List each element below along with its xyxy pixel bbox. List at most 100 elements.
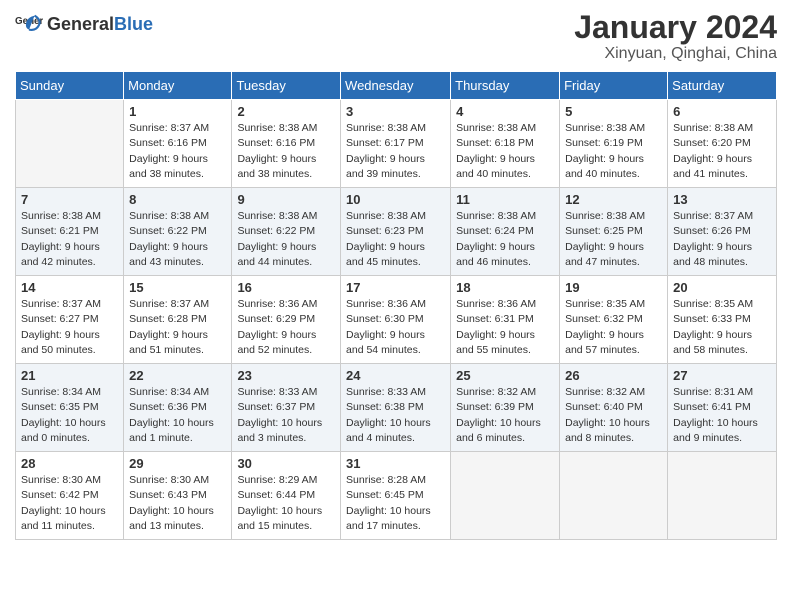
logo-icon: General (15, 10, 43, 38)
calendar-week-row: 14Sunrise: 8:37 AMSunset: 6:27 PMDayligh… (16, 276, 777, 364)
day-number: 3 (346, 104, 445, 119)
day-info: Sunrise: 8:34 AMSunset: 6:36 PMDaylight:… (129, 385, 226, 446)
day-number: 14 (21, 280, 118, 295)
calendar-header-saturday: Saturday (668, 72, 777, 100)
calendar-week-row: 28 Sunrise: 8:30 AMSunset: 6:42 PMDayligh… (16, 452, 777, 540)
calendar-cell (668, 452, 777, 540)
day-number: 19 (565, 280, 662, 295)
subtitle: Xinyuan, Qinghai, China (574, 45, 777, 63)
day-number: 4 (456, 104, 554, 119)
day-info: Sunrise: 8:38 AMSunset: 6:18 PMDaylight:… (456, 121, 554, 182)
day-number: 10 (346, 192, 445, 207)
day-info: Sunrise: 8:38 AMSunset: 6:19 PMDaylight:… (565, 121, 662, 182)
calendar-cell: 15 Sunrise: 8:37 AMSunset: 6:28 PMDayligh… (124, 276, 232, 364)
calendar-cell: 14Sunrise: 8:37 AMSunset: 6:27 PMDayligh… (16, 276, 124, 364)
day-info: Sunrise: 8:29 AMSunset: 6:44 PMDaylight:… (237, 473, 335, 534)
day-number: 31 (346, 456, 445, 471)
day-number: 17 (346, 280, 445, 295)
day-number: 16 (237, 280, 335, 295)
calendar-header-thursday: Thursday (451, 72, 560, 100)
calendar-cell: 2Sunrise: 8:38 AMSunset: 6:16 PMDaylight… (232, 100, 341, 188)
calendar-cell: 17 Sunrise: 8:36 AMSunset: 6:30 PMDayligh… (341, 276, 451, 364)
calendar-cell (16, 100, 124, 188)
calendar-cell: 9 Sunrise: 8:38 AMSunset: 6:22 PMDaylight… (232, 188, 341, 276)
day-info: Sunrise: 8:38 AMSunset: 6:20 PMDaylight:… (673, 121, 771, 182)
main-title: January 2024 (574, 10, 777, 45)
day-number: 18 (456, 280, 554, 295)
day-number: 27 (673, 368, 771, 383)
day-number: 9 (237, 192, 335, 207)
calendar-cell: 4 Sunrise: 8:38 AMSunset: 6:18 PMDaylight… (451, 100, 560, 188)
calendar-cell: 16 Sunrise: 8:36 AMSunset: 6:29 PMDayligh… (232, 276, 341, 364)
day-info: Sunrise: 8:36 AMSunset: 6:31 PMDaylight:… (456, 297, 554, 358)
calendar-cell: 7 Sunrise: 8:38 AMSunset: 6:21 PMDaylight… (16, 188, 124, 276)
calendar-cell: 11 Sunrise: 8:38 AMSunset: 6:24 PMDayligh… (451, 188, 560, 276)
calendar-header-tuesday: Tuesday (232, 72, 341, 100)
day-number: 13 (673, 192, 771, 207)
day-info: Sunrise: 8:30 AMSunset: 6:42 PMDaylight:… (21, 473, 118, 534)
calendar-cell (451, 452, 560, 540)
day-number: 6 (673, 104, 771, 119)
calendar-header-row: SundayMondayTuesdayWednesdayThursdayFrid… (16, 72, 777, 100)
calendar-cell: 27 Sunrise: 8:31 AMSunset: 6:41 PMDayligh… (668, 364, 777, 452)
day-number: 8 (129, 192, 226, 207)
day-info: Sunrise: 8:37 AMSunset: 6:28 PMDaylight:… (129, 297, 226, 358)
day-number: 23 (237, 368, 335, 383)
day-info: Sunrise: 8:28 AMSunset: 6:45 PMDaylight:… (346, 473, 445, 534)
logo-blue-text: Blue (114, 14, 153, 34)
day-info: Sunrise: 8:38 AMSunset: 6:24 PMDaylight:… (456, 209, 554, 270)
day-number: 12 (565, 192, 662, 207)
day-number: 20 (673, 280, 771, 295)
day-number: 21 (21, 368, 118, 383)
day-info: Sunrise: 8:37 AMSunset: 6:26 PMDaylight:… (673, 209, 771, 270)
day-info: Sunrise: 8:38 AMSunset: 6:22 PMDaylight:… (237, 209, 335, 270)
day-info: Sunrise: 8:37 AMSunset: 6:16 PMDaylight:… (129, 121, 226, 182)
day-info: Sunrise: 8:38 AMSunset: 6:23 PMDaylight:… (346, 209, 445, 270)
day-info: Sunrise: 8:38 AMSunset: 6:25 PMDaylight:… (565, 209, 662, 270)
logo: General GeneralBlue (15, 10, 153, 38)
day-info: Sunrise: 8:38 AMSunset: 6:21 PMDaylight:… (21, 209, 118, 270)
day-number: 30 (237, 456, 335, 471)
calendar-cell: 25 Sunrise: 8:32 AMSunset: 6:39 PMDayligh… (451, 364, 560, 452)
day-info: Sunrise: 8:34 AMSunset: 6:35 PMDaylight:… (21, 385, 118, 446)
day-info: Sunrise: 8:38 AMSunset: 6:17 PMDaylight:… (346, 121, 445, 182)
day-info: Sunrise: 8:32 AMSunset: 6:39 PMDaylight:… (456, 385, 554, 446)
calendar-week-row: 7 Sunrise: 8:38 AMSunset: 6:21 PMDaylight… (16, 188, 777, 276)
day-info: Sunrise: 8:36 AMSunset: 6:29 PMDaylight:… (237, 297, 335, 358)
logo-general-text: General (47, 14, 114, 34)
day-info: Sunrise: 8:38 AMSunset: 6:16 PMDaylight:… (237, 121, 335, 182)
day-number: 26 (565, 368, 662, 383)
calendar-cell: 12 Sunrise: 8:38 AMSunset: 6:25 PMDayligh… (560, 188, 668, 276)
day-info: Sunrise: 8:33 AMSunset: 6:38 PMDaylight:… (346, 385, 445, 446)
day-number: 28 (21, 456, 118, 471)
calendar-header-sunday: Sunday (16, 72, 124, 100)
day-number: 7 (21, 192, 118, 207)
day-number: 24 (346, 368, 445, 383)
title-block: January 2024 Xinyuan, Qinghai, China (574, 10, 777, 63)
calendar-cell: 30 Sunrise: 8:29 AMSunset: 6:44 PMDayligh… (232, 452, 341, 540)
calendar-header-wednesday: Wednesday (341, 72, 451, 100)
day-number: 1 (129, 104, 226, 119)
day-info: Sunrise: 8:35 AMSunset: 6:33 PMDaylight:… (673, 297, 771, 358)
day-info: Sunrise: 8:33 AMSunset: 6:37 PMDaylight:… (237, 385, 335, 446)
calendar-cell (560, 452, 668, 540)
calendar-week-row: 1 Sunrise: 8:37 AMSunset: 6:16 PMDaylight… (16, 100, 777, 188)
calendar-cell: 29 Sunrise: 8:30 AMSunset: 6:43 PMDayligh… (124, 452, 232, 540)
day-number: 5 (565, 104, 662, 119)
calendar-cell: 3 Sunrise: 8:38 AMSunset: 6:17 PMDaylight… (341, 100, 451, 188)
day-info: Sunrise: 8:36 AMSunset: 6:30 PMDaylight:… (346, 297, 445, 358)
calendar-cell: 5 Sunrise: 8:38 AMSunset: 6:19 PMDaylight… (560, 100, 668, 188)
day-number: 22 (129, 368, 226, 383)
day-info: Sunrise: 8:35 AMSunset: 6:32 PMDaylight:… (565, 297, 662, 358)
day-number: 15 (129, 280, 226, 295)
day-info: Sunrise: 8:32 AMSunset: 6:40 PMDaylight:… (565, 385, 662, 446)
day-number: 25 (456, 368, 554, 383)
day-number: 29 (129, 456, 226, 471)
calendar-header-monday: Monday (124, 72, 232, 100)
day-info: Sunrise: 8:30 AMSunset: 6:43 PMDaylight:… (129, 473, 226, 534)
calendar-table: SundayMondayTuesdayWednesdayThursdayFrid… (15, 71, 777, 540)
day-info: Sunrise: 8:31 AMSunset: 6:41 PMDaylight:… (673, 385, 771, 446)
calendar-cell: 22 Sunrise: 8:34 AMSunset: 6:36 PMDayligh… (124, 364, 232, 452)
day-number: 11 (456, 192, 554, 207)
calendar-cell: 24 Sunrise: 8:33 AMSunset: 6:38 PMDayligh… (341, 364, 451, 452)
